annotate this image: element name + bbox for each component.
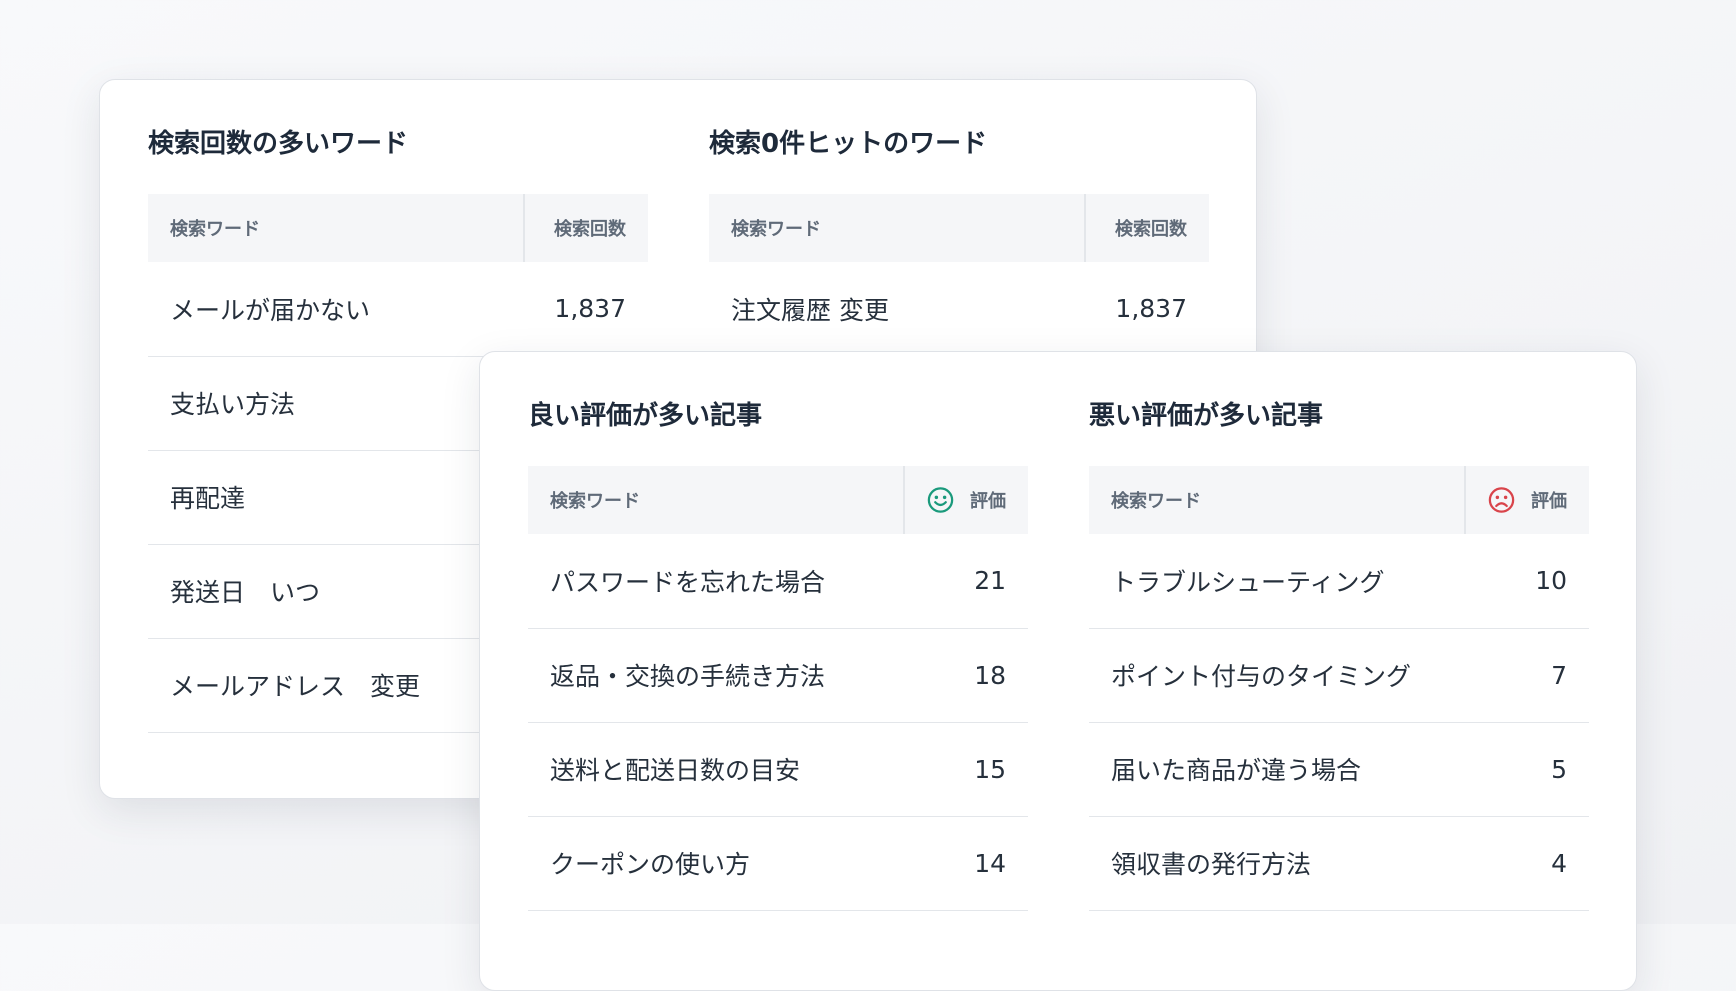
smile-face-icon [927,487,954,513]
good-rated-title: 良い評価が多い記事 [528,401,763,431]
table-row[interactable]: メールが届かない 1,837 [148,262,648,357]
rating-count: 10 [1465,534,1589,629]
rating-count: 21 [904,534,1028,629]
column-header-word[interactable]: 検索ワード [709,194,1085,262]
article-rating-card: 良い評価が多い記事 検索ワード 評価 パスワードを忘れた場合 21 返品・交換の… [479,351,1637,991]
good-rated-panel: 良い評価が多い記事 検索ワード 評価 パスワードを忘れた場合 21 返品・交換の… [528,400,1028,911]
article-title: トラブルシューティング [1089,534,1465,629]
column-header-rating[interactable]: 評価 [903,466,1028,534]
row-word: 注文履歴 変更 [709,262,1085,357]
column-header-count[interactable]: 検索回数 [523,194,648,262]
table-row[interactable]: トラブルシューティング 10 [1089,534,1589,629]
row-word: 再配達 [148,450,524,545]
bad-rated-table: 検索ワード 評価 トラブルシューティング 10 ポイント付与のタイミング 7 届… [1089,466,1589,911]
table-header-row: 検索ワード 検索回数 [148,194,648,262]
zero-hit-table: 検索ワード 検索回数 注文履歴 変更 1,837 [709,194,1209,357]
table-row[interactable]: 注文履歴 変更 1,837 [709,262,1209,357]
table-row[interactable]: パスワードを忘れた場合 21 [528,534,1028,629]
rating-count: 5 [1465,722,1589,817]
row-word: メールが届かない [148,262,524,357]
zero-hit-panel: 検索0件ヒットのワード 検索ワード 検索回数 注文履歴 変更 1,837 [709,128,1209,357]
table-row[interactable]: 返品・交換の手続き方法 18 [528,628,1028,723]
row-count: 1,837 [1085,262,1209,357]
rating-count: 4 [1465,816,1589,911]
row-word: メールアドレス 変更 [148,638,524,733]
article-title: 返品・交換の手続き方法 [528,628,904,723]
zero-hit-title: 検索0件ヒットのワード [709,129,988,159]
good-rated-table: 検索ワード 評価 パスワードを忘れた場合 21 返品・交換の手続き方法 18 送… [528,466,1028,911]
table-row[interactable]: 届いた商品が違う場合 5 [1089,722,1589,817]
column-header-rating[interactable]: 評価 [1464,466,1589,534]
top-search-title: 検索回数の多いワード [148,129,409,159]
column-header-word[interactable]: 検索ワード [1089,466,1465,534]
article-title: 送料と配送日数の目安 [528,722,904,817]
row-word: 支払い方法 [148,356,524,451]
article-title: パスワードを忘れた場合 [528,534,904,629]
article-title: クーポンの使い方 [528,816,904,911]
sad-face-icon [1488,487,1515,513]
bad-rated-title: 悪い評価が多い記事 [1089,401,1324,431]
table-header-row: 検索ワード 評価 [528,466,1028,534]
rating-count: 14 [904,816,1028,911]
article-title: ポイント付与のタイミング [1089,628,1465,723]
table-row[interactable]: クーポンの使い方 14 [528,816,1028,911]
bad-rated-panel: 悪い評価が多い記事 検索ワード 評価 トラブルシューティング 10 ポイント付与… [1089,400,1589,911]
rating-count: 7 [1465,628,1589,723]
column-header-word[interactable]: 検索ワード [528,466,904,534]
row-count: 1,837 [524,262,648,357]
article-title: 領収書の発行方法 [1089,816,1465,911]
table-row[interactable]: 送料と配送日数の目安 15 [528,722,1028,817]
column-header-word[interactable]: 検索ワード [148,194,524,262]
table-row[interactable]: ポイント付与のタイミング 7 [1089,628,1589,723]
column-header-count[interactable]: 検索回数 [1084,194,1209,262]
rating-count: 18 [904,628,1028,723]
rating-label: 評価 [1531,491,1567,512]
row-word: 発送日 いつ [148,544,524,639]
article-title: 届いた商品が違う場合 [1089,722,1465,817]
table-row[interactable]: 領収書の発行方法 4 [1089,816,1589,911]
table-header-row: 検索ワード 評価 [1089,466,1589,534]
rating-count: 15 [904,722,1028,817]
table-header-row: 検索ワード 検索回数 [709,194,1209,262]
rating-label: 評価 [970,491,1006,512]
